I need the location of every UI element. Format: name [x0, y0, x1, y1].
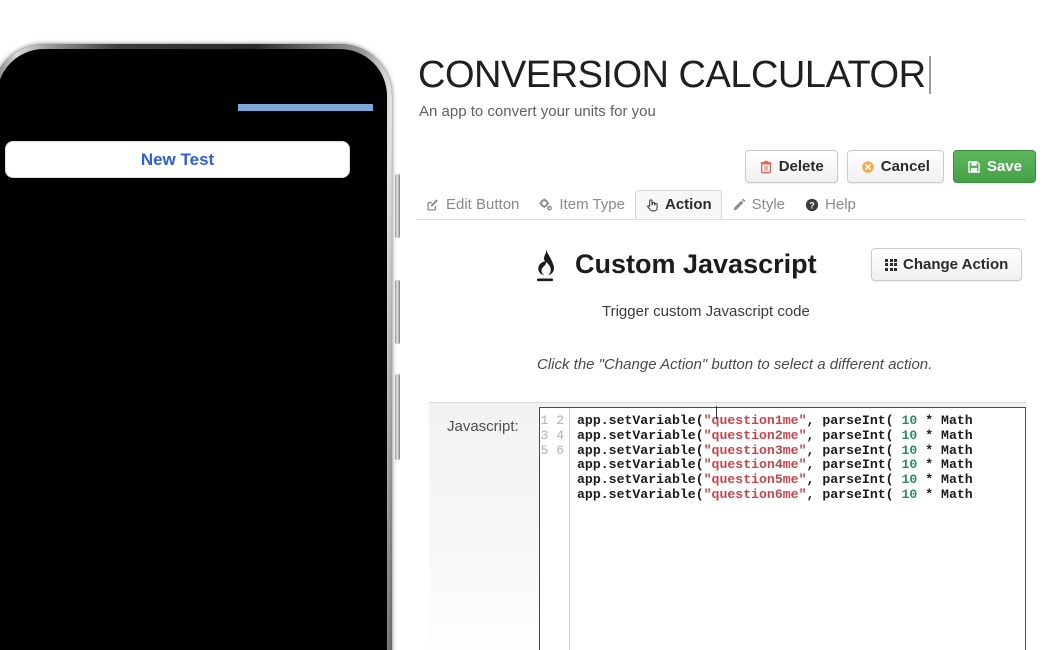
power-button[interactable]	[395, 374, 400, 460]
field-input[interactable]	[6, 278, 340, 305]
svg-text:?: ?	[809, 200, 814, 210]
code-content[interactable]: app.setVariable("question1me", parseInt(…	[570, 408, 1025, 650]
action-hint: Click the "Change Action" button to sele…	[537, 356, 933, 373]
javascript-field-label: Javascript:	[447, 418, 519, 435]
save-button-label: Save	[986, 158, 1022, 175]
tab-label: Style	[751, 196, 786, 213]
field-label: Turn the number below from METERS - CENT…	[6, 524, 310, 561]
field-input[interactable]	[6, 387, 340, 414]
page-title-text: CONVERSION CALCULATOR	[418, 54, 926, 96]
tab-help[interactable]: ? Help	[795, 190, 866, 219]
field-input[interactable]	[6, 469, 340, 496]
change-action-button[interactable]: Change Action	[871, 248, 1023, 281]
field-input[interactable]	[6, 196, 340, 223]
trash-icon	[759, 160, 773, 174]
cancel-button-label: Cancel	[880, 158, 930, 175]
field-label: Answer	[6, 634, 65, 650]
pencil-icon	[732, 198, 746, 212]
grid-icon	[885, 258, 897, 271]
gears-icon	[539, 198, 553, 212]
action-header: Custom Javascript	[531, 246, 817, 282]
page-subtitle: An app to convert your units for you	[419, 103, 656, 120]
text-caret	[928, 56, 931, 94]
save-button[interactable]: Save	[952, 150, 1036, 183]
new-test-button[interactable]: New Test	[5, 141, 350, 178]
delete-button-label: Delete	[778, 158, 824, 175]
pointer-hand-icon	[645, 198, 659, 212]
tab-edit-button[interactable]: Edit Button	[416, 190, 529, 219]
action-title: Custom Javascript	[575, 248, 817, 279]
cancel-button[interactable]: Cancel	[846, 150, 944, 183]
back-label: Back	[11, 118, 52, 135]
app-root: CENTIMETERS - METERS Answer Turn the num…	[0, 0, 1054, 650]
volume-down-button[interactable]	[395, 280, 400, 344]
tab-item-type[interactable]: Item Type	[529, 190, 635, 219]
javascript-editor-section: Javascript: 1 2 3 4 5 6 app.setVariable(…	[429, 402, 1026, 650]
question-circle-icon: ?	[805, 198, 819, 212]
status-strip	[238, 104, 373, 111]
flame-icon	[531, 246, 559, 282]
tab-label: Action	[664, 196, 712, 213]
editor-panel: CONVERSION CALCULATOR An app to convert …	[416, 0, 1054, 650]
tab-label: Help	[825, 196, 856, 213]
field-input[interactable]	[6, 578, 340, 605]
edit-square-icon	[426, 198, 440, 212]
back-button[interactable]: ‹Back	[6, 118, 51, 136]
code-editor[interactable]: 1 2 3 4 5 6 app.setVariable("question1me…	[539, 407, 1026, 650]
field-label: Answer	[6, 433, 65, 450]
tab-bar: Edit Button Item Type Action Style ? Hel…	[416, 190, 1026, 220]
cancel-circle-icon	[861, 160, 875, 174]
floppy-disk-icon	[967, 160, 981, 174]
action-description: Trigger custom Javascript code	[602, 303, 810, 320]
code-text-caret	[716, 406, 717, 419]
tab-action[interactable]: Action	[634, 190, 722, 219]
tab-label: Item Type	[559, 196, 625, 213]
app-canvas: CENTIMETERS - METERS Answer Turn the num…	[0, 96, 373, 650]
phone-screen: CENTIMETERS - METERS Answer Turn the num…	[0, 96, 373, 650]
page-title: CONVERSION CALCULATOR	[418, 54, 931, 97]
line-number-gutter: 1 2 3 4 5 6	[540, 408, 570, 650]
field-label: Turn the number below from CENTIMETERS -…	[6, 333, 245, 370]
phone-preview: CENTIMETERS - METERS Answer Turn the num…	[0, 44, 402, 650]
volume-up-button[interactable]	[395, 174, 400, 238]
tab-label: Edit Button	[446, 196, 520, 213]
delete-button[interactable]: Delete	[744, 150, 838, 183]
field-label: Answer	[6, 242, 65, 259]
change-action-label: Change Action	[903, 256, 1009, 273]
tab-style[interactable]: Style	[722, 190, 795, 219]
app-screen-title: Distance Conversions ...	[60, 114, 293, 136]
action-button-row: Delete Cancel Save	[744, 150, 1036, 183]
